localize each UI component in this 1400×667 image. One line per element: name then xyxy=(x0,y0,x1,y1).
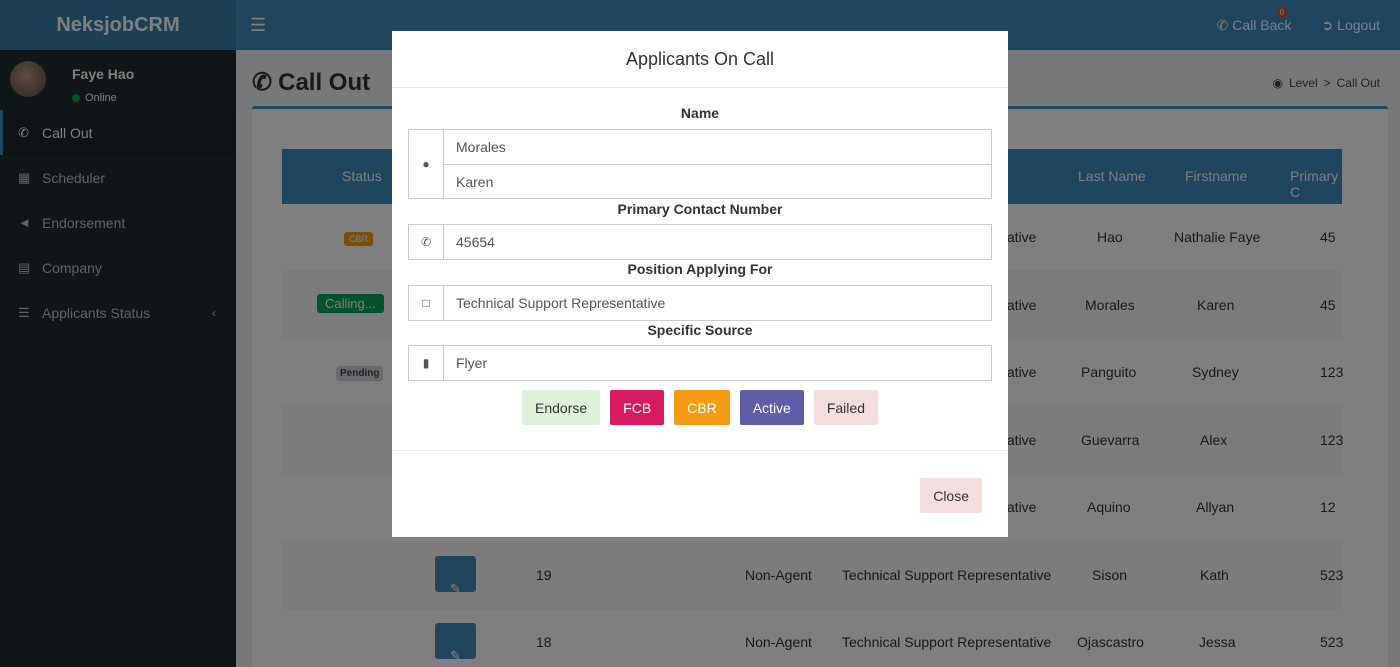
source-input-group: ▮ Flyer xyxy=(408,345,992,381)
position-label: Position Applying For xyxy=(627,261,773,277)
fcb-button[interactable]: FCB xyxy=(610,390,665,425)
contact-input-group: ✆ 45654 xyxy=(408,224,992,260)
endorse-button[interactable]: Endorse xyxy=(522,390,601,425)
last-name-field[interactable]: Morales xyxy=(444,130,991,164)
modal-title: Applicants On Call xyxy=(392,31,1008,88)
cbr-button[interactable]: CBR xyxy=(674,390,730,425)
position-input-group: □ Technical Support Representative xyxy=(408,285,992,321)
position-field[interactable]: Technical Support Representative xyxy=(444,286,991,320)
bookmark-icon: ▮ xyxy=(409,346,444,380)
name-label: Name xyxy=(680,105,720,121)
applicants-on-call-modal: Applicants On Call Name ● Morales Karen … xyxy=(392,31,1008,537)
source-field[interactable]: Flyer xyxy=(444,346,991,380)
contact-field[interactable]: 45654 xyxy=(444,225,991,259)
file-icon: □ xyxy=(409,286,444,320)
modal-footer: Close xyxy=(392,450,1008,537)
phone-icon: ✆ xyxy=(409,225,444,259)
active-button[interactable]: Active xyxy=(739,390,804,425)
contact-label: Primary Contact Number xyxy=(617,201,783,217)
name-input-group: ● Morales Karen xyxy=(408,129,992,199)
failed-button[interactable]: Failed xyxy=(813,390,878,425)
source-label: Specific Source xyxy=(647,322,753,338)
action-buttons: Endorse FCB CBR Active Failed xyxy=(392,390,1008,425)
close-button[interactable]: Close xyxy=(920,478,982,513)
user-icon: ● xyxy=(409,130,444,198)
first-name-field[interactable]: Karen xyxy=(444,164,991,198)
